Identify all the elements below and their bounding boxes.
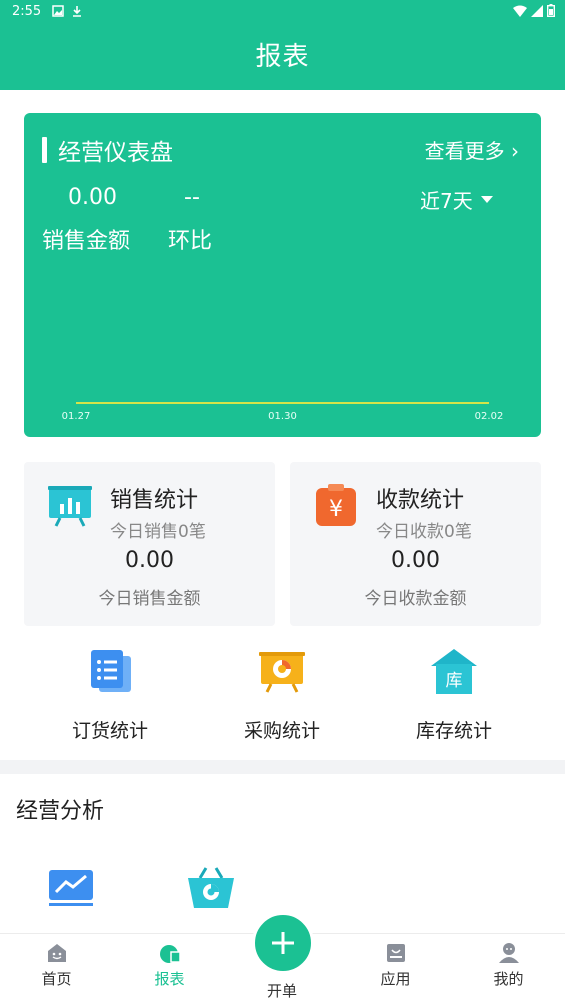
download-icon xyxy=(73,6,81,17)
stock-stats-item[interactable]: 库 库存统计 xyxy=(360,642,548,752)
user-icon xyxy=(499,943,519,963)
wifi-icon xyxy=(513,5,527,17)
nav-home-label: 首页 xyxy=(41,970,72,988)
image-icon xyxy=(52,5,64,17)
view-more-link[interactable]: 查看更多 › xyxy=(425,135,519,164)
chart-x-tick-label: 01.27 xyxy=(62,411,91,422)
document-list-icon xyxy=(91,650,131,692)
pie-board-icon xyxy=(259,652,305,693)
date-range-dropdown[interactable]: 近7天 xyxy=(420,185,493,214)
nav-mine[interactable]: 我的 xyxy=(452,934,565,1004)
payment-stat-count: 今日收款0笔 xyxy=(376,522,472,542)
chart-x-tick-label: 02.02 xyxy=(475,411,504,422)
status-time: 2:55 xyxy=(12,4,42,19)
date-range-label: 近7天 xyxy=(420,189,473,213)
sales-line-chart: 01.27 01.30 02.02 xyxy=(62,402,504,422)
sales-stat-amount: 0.00 xyxy=(125,548,174,573)
title-accent-bar xyxy=(42,137,47,163)
payment-stat-card[interactable]: ¥ 收款统计 今日收款0笔 0.00 今日收款金额 xyxy=(290,462,541,626)
nav-apps[interactable]: 应用 xyxy=(339,934,452,1004)
nav-report-label: 报表 xyxy=(154,970,185,988)
battery-icon xyxy=(547,4,555,17)
warehouse-icon: 库 xyxy=(431,649,477,694)
yuan-symbol: ¥ xyxy=(329,497,343,522)
stock-icon-text: 库 xyxy=(446,671,463,691)
order-stats-item[interactable]: 订货统计 xyxy=(16,642,204,752)
purchase-stats-label: 采购统计 xyxy=(243,720,320,742)
ratio-value: -- xyxy=(184,185,200,210)
nav-report[interactable]: 报表 xyxy=(113,934,226,1004)
home-icon xyxy=(48,944,66,962)
sales-stat-title: 销售统计 xyxy=(110,488,199,513)
page-title: 报表 xyxy=(255,42,310,72)
sales-stat-card[interactable]: 销售统计 今日销售0笔 0.00 今日销售金额 xyxy=(24,462,275,626)
payment-stat-title: 收款统计 xyxy=(376,488,465,513)
caret-down-icon xyxy=(480,196,493,203)
sales-stat-count: 今日销售0笔 xyxy=(110,522,206,542)
sales-amount-label: 销售金额 xyxy=(42,229,131,254)
purchase-stats-item[interactable]: 采购统计 xyxy=(188,642,376,752)
nav-mine-label: 我的 xyxy=(493,970,524,988)
dashboard-card: 经营仪表盘 查看更多 › 0.00 -- 销售金额 环比 近7天 01.27 01… xyxy=(24,113,541,437)
report-pie-icon xyxy=(160,945,181,963)
chart-x-tick-label: 01.30 xyxy=(268,411,297,422)
sales-amount-value: 0.00 xyxy=(68,185,117,210)
analysis-section-title: 经营分析 xyxy=(16,799,105,824)
nav-home[interactable]: 首页 xyxy=(0,934,113,1004)
yuan-receipt-icon: ¥ xyxy=(316,484,356,526)
ratio-label: 环比 xyxy=(168,229,213,254)
nav-apps-label: 应用 xyxy=(380,970,411,988)
plus-icon xyxy=(272,932,294,954)
bar-chart-board-icon xyxy=(48,486,92,527)
signal-icon xyxy=(531,4,543,17)
basket-icon[interactable] xyxy=(186,862,236,912)
trend-chart-icon[interactable] xyxy=(46,862,96,912)
dashboard-title: 经营仪表盘 xyxy=(58,140,173,166)
view-more-label: 查看更多 xyxy=(424,139,505,163)
payment-stat-amount: 0.00 xyxy=(391,548,440,573)
top-bar: 2:55 报表 xyxy=(0,0,565,90)
status-bar: 2:55 xyxy=(0,0,565,24)
apps-bag-icon xyxy=(387,944,405,962)
create-order-label: 开单 xyxy=(266,982,297,1000)
payment-stat-amount-label: 今日收款金额 xyxy=(364,589,467,609)
stock-stats-label: 库存统计 xyxy=(415,720,492,742)
chevron-right-icon: › xyxy=(511,139,519,163)
order-stats-label: 订货统计 xyxy=(71,720,148,742)
section-divider xyxy=(0,760,565,774)
sales-stat-amount-label: 今日销售金额 xyxy=(98,589,201,609)
create-order-button[interactable] xyxy=(252,912,314,974)
status-right xyxy=(513,4,555,17)
